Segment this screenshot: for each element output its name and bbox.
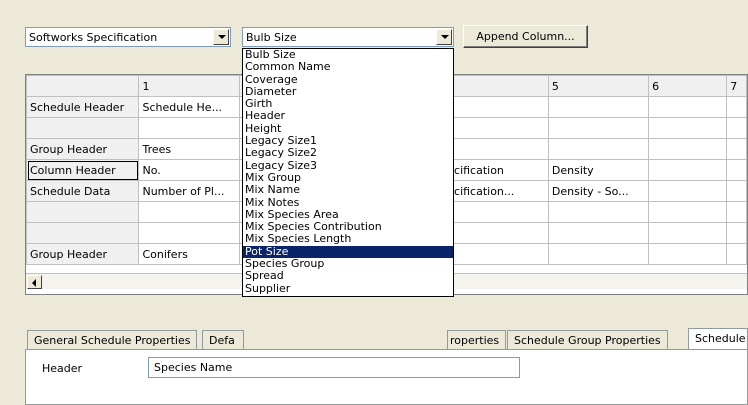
grid-cell[interactable]: Schedule He... — [138, 96, 240, 118]
grid-cell[interactable] — [547, 201, 650, 223]
column-dropdown-list[interactable]: Bulb Size Common Name Coverage Diameter Girt… — [242, 48, 454, 297]
row-header[interactable] — [26, 222, 140, 244]
dropdown-option[interactable]: Diameter — [243, 85, 453, 98]
grid-cell[interactable] — [726, 96, 747, 118]
tab-panel: Header Species Name — [25, 349, 748, 405]
grid-cell[interactable]: Number of Pl... — [138, 180, 240, 202]
grid-col-header[interactable]: 7 — [726, 75, 747, 97]
row-header[interactable]: Schedule Header — [26, 96, 140, 118]
row-header[interactable]: Column Header — [26, 159, 140, 181]
grid-cell[interactable] — [138, 117, 240, 139]
grid-cell[interactable] — [648, 117, 728, 139]
grid-cell[interactable] — [726, 201, 747, 223]
dropdown-option[interactable]: Common Name — [243, 61, 453, 73]
grid-cell[interactable]: Trees — [138, 138, 240, 160]
row-header[interactable]: Group Header — [26, 138, 140, 160]
tab-properties[interactable]: roperties — [447, 330, 507, 350]
grid-col-header[interactable]: 6 — [648, 75, 728, 97]
grid-cell[interactable] — [648, 243, 728, 265]
dropdown-option[interactable]: Spread — [243, 270, 453, 282]
grid-cell[interactable] — [726, 222, 747, 244]
specification-combo-value: Softworks Specification — [29, 31, 158, 44]
column-combo[interactable]: Bulb Size — [242, 27, 454, 47]
grid-cell[interactable] — [648, 180, 728, 202]
grid-cell[interactable] — [547, 243, 650, 265]
grid-cell[interactable] — [648, 138, 728, 160]
grid-cell[interactable] — [547, 96, 650, 118]
grid-cell[interactable]: Conifers — [138, 243, 240, 265]
tab-schedule-group-properties[interactable]: Schedule Group Properties — [507, 330, 668, 350]
dropdown-option[interactable]: Supplier — [243, 282, 453, 295]
grid-cell[interactable] — [547, 138, 650, 160]
dropdown-option[interactable]: Mix Notes — [243, 196, 453, 209]
row-header[interactable] — [26, 117, 140, 139]
grid-cell[interactable] — [726, 138, 747, 160]
grid-col-header[interactable]: 5 — [547, 75, 650, 97]
header-field[interactable]: Species Name — [148, 357, 520, 378]
grid-cell[interactable] — [726, 243, 747, 265]
grid-cell[interactable] — [138, 201, 240, 223]
column-combo-value: Bulb Size — [246, 31, 297, 44]
grid-corner — [26, 75, 140, 97]
append-column-button[interactable]: Append Column... — [463, 25, 588, 48]
grid-cell[interactable] — [138, 222, 240, 244]
grid-cell[interactable]: No. — [138, 159, 240, 181]
specification-combo[interactable]: Softworks Specification — [25, 27, 231, 47]
dropdown-option[interactable]: Mix Species Length — [243, 233, 453, 245]
grid-col-header[interactable]: 1 — [138, 75, 240, 97]
row-header[interactable]: Schedule Data — [26, 180, 140, 202]
dropdown-option[interactable]: Header — [243, 110, 453, 122]
header-field-value: Species Name — [154, 361, 233, 374]
grid-cell[interactable] — [726, 180, 747, 202]
tab-general-schedule-properties[interactable]: General Schedule Properties — [27, 330, 198, 350]
arrow-left-icon — [32, 279, 36, 287]
header-label: Header — [42, 362, 83, 375]
dropdown-option[interactable]: Legacy Size2 — [243, 147, 453, 159]
grid-cell[interactable] — [648, 222, 728, 244]
chevron-down-icon[interactable] — [213, 29, 229, 45]
grid-cell[interactable] — [547, 117, 650, 139]
scroll-left-button[interactable] — [27, 275, 42, 289]
grid-cell[interactable] — [648, 96, 728, 118]
tab-default-properties[interactable]: Defa — [202, 330, 244, 350]
grid-cell[interactable] — [648, 159, 728, 181]
row-header[interactable] — [26, 201, 140, 223]
chevron-down-icon[interactable] — [436, 29, 452, 45]
grid-cell[interactable] — [648, 201, 728, 223]
grid-cell[interactable] — [726, 159, 747, 181]
grid-cell[interactable] — [547, 222, 650, 244]
grid-cell[interactable]: Density - So... — [547, 180, 650, 202]
tab-schedule[interactable]: Schedule — [688, 328, 748, 350]
row-header[interactable]: Group Header — [26, 243, 140, 265]
dropdown-option[interactable]: Mix Name — [243, 184, 453, 196]
grid-cell[interactable]: Density — [547, 159, 650, 181]
grid-cell[interactable] — [726, 117, 747, 139]
